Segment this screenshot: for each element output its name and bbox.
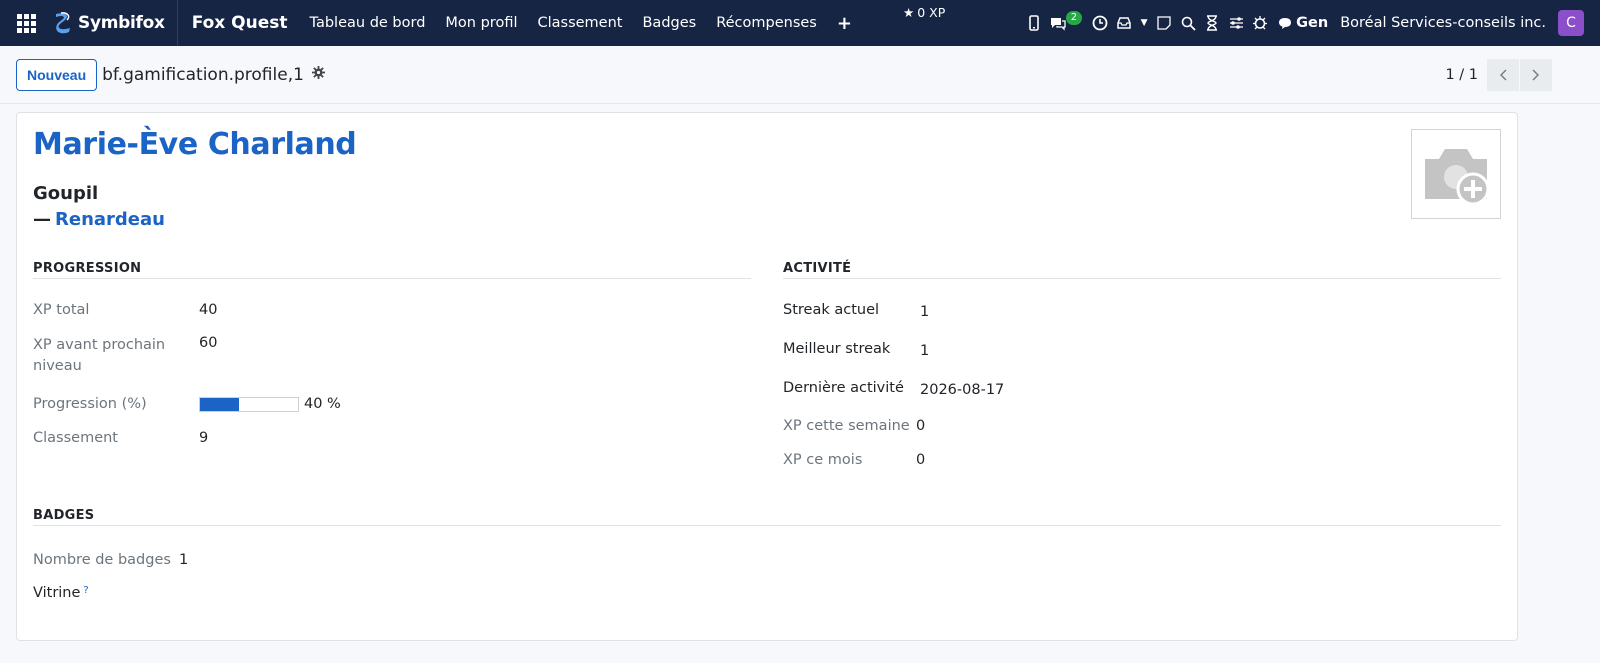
record-title[interactable]: Marie-Ève Charland [33,127,357,162]
section-badges-title: BADGES [33,508,95,523]
menu-mon-profil[interactable]: Mon profil [445,15,517,31]
xp-month-value: 0 [916,452,926,468]
breadcrumb-record-name: bf.gamification.profile,1 [102,64,304,85]
parent-dash: — [33,209,51,230]
speech-bubble-icon [1279,17,1292,29]
progress-value: 40 % [304,396,341,412]
note-icon[interactable] [1152,0,1176,46]
menu-badges[interactable]: Badges [642,15,696,31]
rank-value: 9 [199,430,209,446]
hourglass-icon[interactable] [1200,0,1224,46]
apps-menu-button[interactable] [0,0,52,46]
gear-icon[interactable] [311,66,325,83]
section-badges-divider [33,525,1501,526]
badge-count-label: Nombre de badges [33,552,171,568]
pager: 1 / 1 [1445,46,1552,104]
app-title[interactable]: Fox Quest [192,13,288,33]
help-tooltip-icon[interactable]: ? [83,585,88,596]
xp-indicator[interactable]: ★ 0 XP [903,5,945,20]
user-avatar[interactable]: C [1558,10,1584,36]
progress-bar-fill [200,398,240,411]
xp-total-label: XP total [33,302,90,318]
xp-next-level-value: 60 [199,335,218,351]
symbifox-logo-icon [56,12,70,34]
showcase-label-text: Vitrine [33,585,81,601]
xp-label: 0 XP [917,5,946,20]
xp-week-value: 0 [916,418,926,434]
parent-link[interactable]: Renardeau [55,209,165,230]
pager-value[interactable]: 1 / 1 [1445,67,1478,83]
menu-recompenses[interactable]: Récompenses [716,15,817,31]
section-activity-title: ACTIVITÉ [783,261,852,276]
gen-label: Gen [1296,15,1329,31]
section-activity-divider [783,278,1501,279]
caret-down-icon[interactable]: ▼ [1136,0,1152,46]
avatar-upload[interactable] [1411,129,1501,219]
camera-plus-icon [1425,149,1490,205]
section-progression-title: PROGRESSION [33,261,142,276]
best-streak-label: Meilleur streak [783,341,891,357]
top-navbar: Symbifox Fox Quest Tableau de bord Mon p… [0,0,1600,46]
pager-next-button[interactable] [1520,59,1552,91]
chevron-right-icon [1532,69,1539,81]
streak-label: Streak actuel [783,302,880,318]
last-activity-label: Dernière activité [783,380,904,396]
streak-value[interactable]: 1 [920,304,929,320]
bug-icon[interactable] [1248,0,1272,46]
showcase-label: Vitrine? [33,585,89,601]
xp-month-label: XP ce mois [783,452,863,468]
sliders-icon[interactable] [1224,0,1248,46]
search-icon[interactable] [1176,0,1200,46]
last-activity-value[interactable]: 2026-08-17 [920,382,1004,398]
chat-icon[interactable] [1046,0,1070,46]
brand[interactable]: Symbifox [52,0,178,46]
pager-previous-button[interactable] [1487,59,1519,91]
xp-week-label: XP cette semaine [783,418,910,434]
menu-tableau-de-bord[interactable]: Tableau de bord [310,15,426,31]
form-sheet: Marie-Ève Charland Goupil — Renardeau PRO… [16,112,1518,641]
inbox-icon[interactable] [1112,0,1136,46]
mobile-icon[interactable] [1022,0,1046,46]
control-panel: Nouveau bf.gamification.profile,1 1 / 1 [0,46,1600,104]
menu-classement[interactable]: Classement [537,15,622,31]
record-subtitle[interactable]: Goupil [33,183,98,204]
rank-label: Classement [33,430,118,446]
xp-next-level-label: XP avant prochain niveau [33,337,166,374]
chat-count-badge: 2 [1065,11,1083,25]
clock-icon[interactable] [1088,0,1112,46]
systray: 2 ▼ Gen Boréal Services-conseils inc. C [1022,0,1600,46]
progress-label: Progression (%) [33,396,147,412]
xp-total-value: 40 [199,302,218,318]
best-streak-value[interactable]: 1 [920,343,929,359]
brand-name: Symbifox [78,13,165,33]
gen-button[interactable]: Gen [1278,15,1328,31]
record-parent: — Renardeau [33,209,165,230]
progress-bar [199,397,299,412]
company-switcher[interactable]: Boréal Services-conseils inc. [1340,15,1546,31]
add-menu-plus-icon[interactable]: + [837,13,852,34]
section-progression-divider [33,278,751,279]
chevron-left-icon [1500,69,1507,81]
badge-count-value: 1 [179,552,189,568]
new-button[interactable]: Nouveau [16,58,98,91]
apps-grid-icon [16,13,36,33]
star-icon: ★ [903,5,915,20]
